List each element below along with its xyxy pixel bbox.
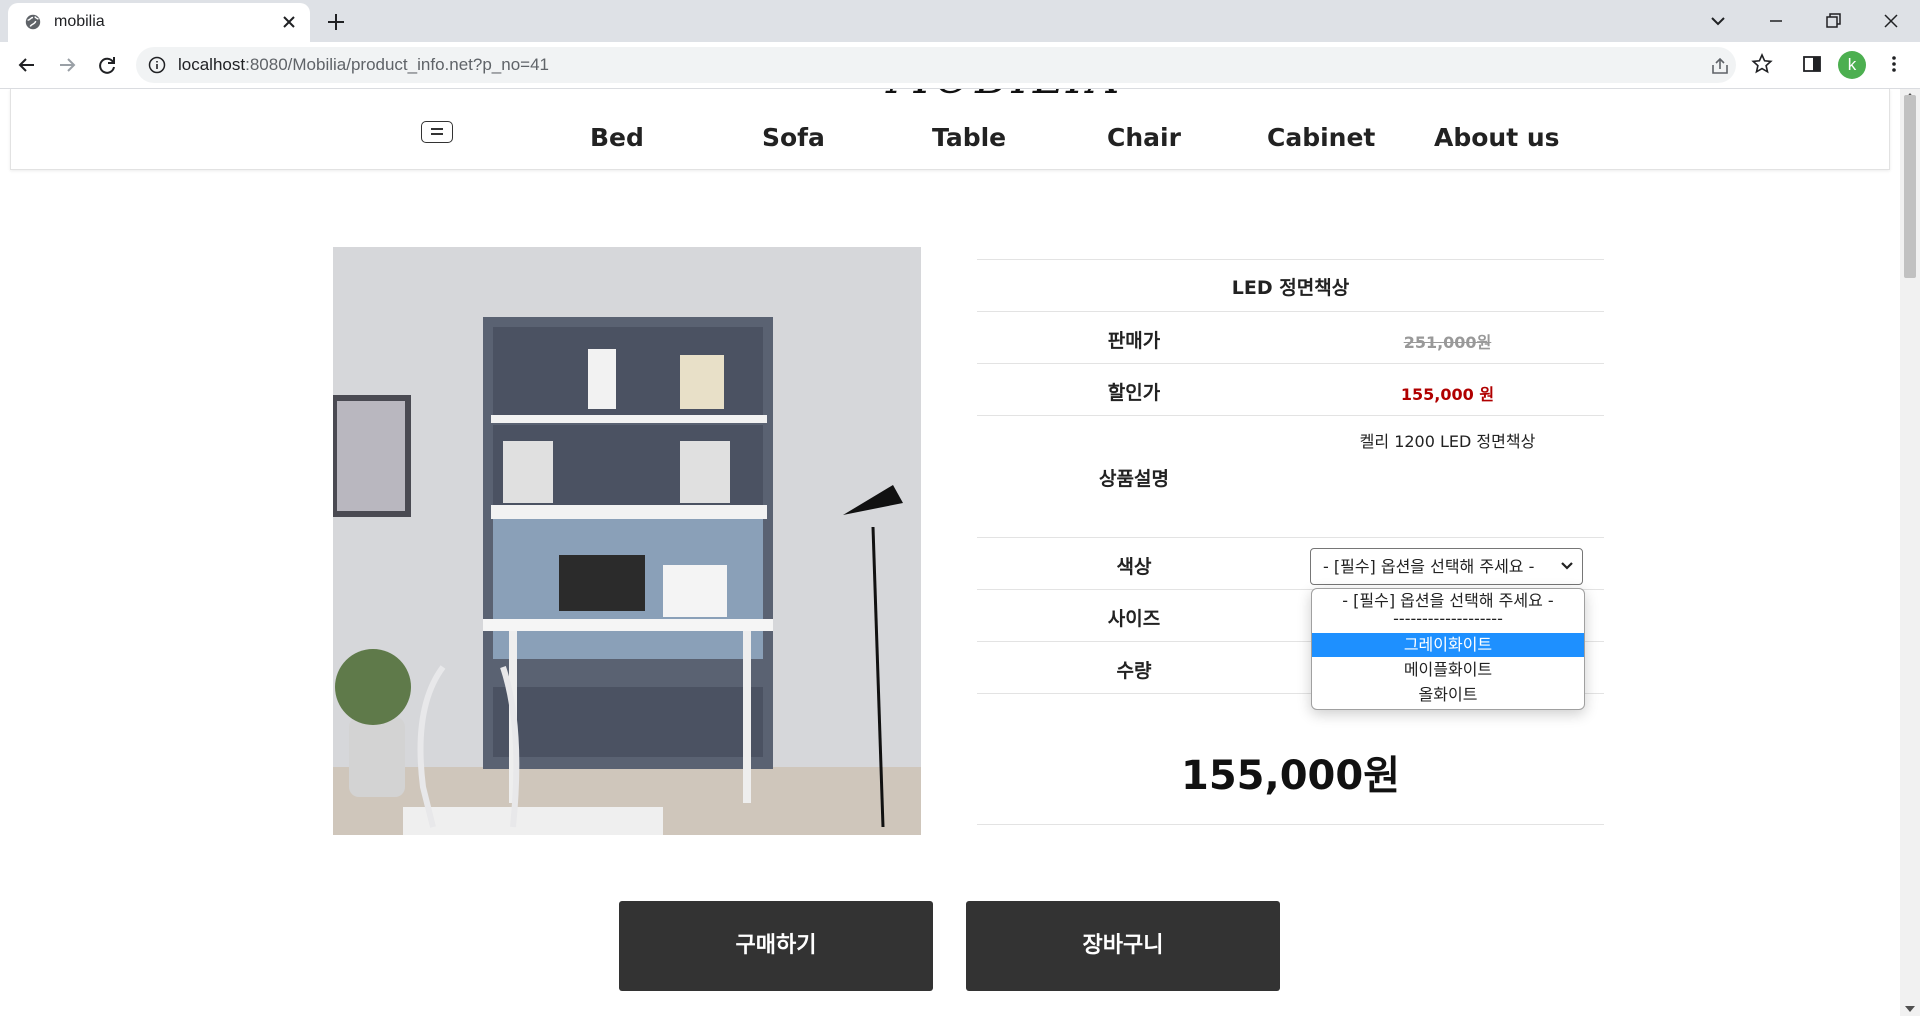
total-price: 155,000원 xyxy=(1181,753,1400,799)
color-label: 색상 xyxy=(1116,556,1152,578)
new-tab-icon[interactable] xyxy=(322,8,350,36)
product-name: LED 정면책상 xyxy=(1231,277,1350,299)
scroll-down-icon[interactable] xyxy=(1905,1006,1915,1012)
color-dropdown-list: - [필수] 옵션을 선택해 주세요 - -------------------… xyxy=(1311,588,1585,710)
restore-icon[interactable] xyxy=(1818,6,1848,36)
close-icon[interactable] xyxy=(278,11,300,33)
color-select-value: - [필수] 옵션을 선택해 주세요 - xyxy=(1323,557,1535,576)
product-name-row: LED 정면책상 xyxy=(977,259,1604,312)
bookmark-star-icon[interactable] xyxy=(1750,52,1774,76)
page-viewport: MOBILIA Bed Sofa Table Chair Cabinet Abo… xyxy=(0,89,1900,1016)
tab-title: mobilia xyxy=(54,13,105,30)
browser-tab-bar: mobilia xyxy=(0,0,1920,42)
color-option-separator[interactable]: ------------------- xyxy=(1312,609,1584,631)
nav-bed[interactable]: Bed xyxy=(590,123,644,152)
browser-tab[interactable]: mobilia xyxy=(8,3,310,42)
url-text[interactable]: localhost:8080/Mobilia/product_info.net?… xyxy=(178,55,549,75)
color-option-all-white[interactable]: 올화이트 xyxy=(1312,683,1584,707)
sale-label: 할인가 xyxy=(1107,382,1161,404)
cart-button[interactable]: 장바구니 xyxy=(966,901,1280,991)
price-label: 판매가 xyxy=(1107,330,1161,352)
nav-sofa[interactable]: Sofa xyxy=(762,123,825,152)
side-panel-icon[interactable] xyxy=(1800,52,1824,76)
tab-search-icon[interactable] xyxy=(1703,6,1733,36)
forward-icon[interactable] xyxy=(52,50,82,80)
info-icon[interactable] xyxy=(148,56,166,74)
product-image xyxy=(333,247,921,835)
nav-about-us[interactable]: About us xyxy=(1434,123,1560,152)
share-icon[interactable] xyxy=(1710,56,1730,76)
quantity-label: 수량 xyxy=(1116,660,1152,682)
window-close-icon[interactable] xyxy=(1876,6,1906,36)
browser-toolbar: localhost:8080/Mobilia/product_info.net?… xyxy=(0,42,1920,89)
site-header: MOBILIA Bed Sofa Table Chair Cabinet Abo… xyxy=(10,89,1890,170)
price-row: 판매가 251,000원 xyxy=(977,311,1604,364)
color-select[interactable]: - [필수] 옵션을 선택해 주세요 - xyxy=(1310,548,1583,585)
sale-price-row: 할인가 155,000 원 xyxy=(977,363,1604,416)
description-row: 상품설명 켈리 1200 LED 정면책상 xyxy=(977,415,1604,538)
nav-chair[interactable]: Chair xyxy=(1107,123,1181,152)
more-menu-icon[interactable] xyxy=(1882,52,1906,76)
back-icon[interactable] xyxy=(12,50,42,80)
hamburger-menu-icon[interactable] xyxy=(421,121,453,143)
color-option-gray-white[interactable]: 그레이화이트 xyxy=(1312,633,1584,657)
page-scrollbar[interactable] xyxy=(1900,89,1920,1016)
size-label: 사이즈 xyxy=(1107,608,1161,630)
chevron-down-icon xyxy=(1561,562,1573,570)
reload-icon[interactable] xyxy=(92,50,122,80)
sale-price: 155,000 원 xyxy=(1400,385,1495,404)
address-bar[interactable]: localhost:8080/Mobilia/product_info.net?… xyxy=(136,47,1736,83)
description-label: 상품설명 xyxy=(1099,468,1169,490)
color-option-maple-white[interactable]: 메이플화이트 xyxy=(1312,658,1584,682)
nav-table[interactable]: Table xyxy=(932,123,1006,152)
profile-avatar[interactable]: k xyxy=(1838,51,1866,79)
original-price: 251,000원 xyxy=(1403,333,1492,352)
description-text: 켈리 1200 LED 정면책상 xyxy=(1359,432,1536,451)
globe-icon xyxy=(25,14,41,30)
site-logo[interactable]: MOBILIA xyxy=(886,89,1123,104)
nav-cabinet[interactable]: Cabinet xyxy=(1267,123,1375,152)
minimize-icon[interactable] xyxy=(1761,6,1791,36)
buy-button[interactable]: 구매하기 xyxy=(619,901,933,991)
scrollbar-thumb[interactable] xyxy=(1904,95,1916,278)
